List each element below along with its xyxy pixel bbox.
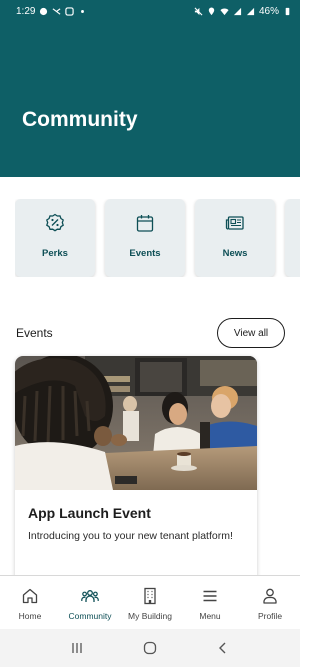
quick-link-news[interactable]: News [195,199,275,277]
profile-icon [263,588,277,604]
nav-home[interactable]: Home [0,576,60,629]
quick-links-row[interactable]: Perks Events News [15,199,300,277]
dot-icon [81,9,85,13]
status-bar: 1:29 46% [0,0,300,22]
signal-icon-2 [246,7,255,15]
nav-profile-label: Profile [257,611,283,621]
battery-percent: 46% [258,5,279,17]
community-icon [81,590,99,602]
event-card[interactable]: App Launch Event Introducing you to your… [15,356,257,586]
quick-link-label: Events [129,248,161,259]
quick-link-label: Perks [42,248,68,259]
app-notification-icon [65,6,75,16]
calendar-icon [136,215,154,232]
status-left: 1:29 [16,6,87,17]
view-all-button[interactable]: View all [217,318,285,348]
nav-menu[interactable]: Menu [180,576,240,629]
nav-profile[interactable]: Profile [240,576,300,629]
location-icon [208,6,215,15]
status-right: 46% [194,6,292,17]
event-photo [15,356,257,490]
signal-icon [233,7,242,15]
event-description: Introducing you to your new tenant platf… [28,530,233,542]
nav-my-building-label: My Building [128,611,172,621]
nav-my-building[interactable]: My Building [120,576,180,629]
percent-badge-icon [46,213,64,232]
menu-icon [203,590,217,602]
home-circle-icon [143,641,157,655]
quick-link-perks[interactable]: Perks [15,199,95,277]
event-title: App Launch Event [28,505,151,521]
events-section-title: Events [16,326,53,340]
system-back-button[interactable] [213,638,233,658]
newspaper-icon [225,216,244,230]
quick-link-label: News [222,248,248,259]
wifi-icon [220,8,229,15]
battery-icon [285,7,290,15]
nav-home-label: Home [18,611,42,621]
quick-link-partial[interactable] [285,199,300,277]
home-icon [22,588,38,604]
quick-link-events[interactable]: Events [105,199,185,277]
system-nav-bar [0,629,300,667]
back-icon [219,642,226,654]
notification-icon [40,7,48,15]
page-title: Community [22,108,138,131]
status-time: 1:29 [16,5,36,17]
mute-icon [194,7,203,15]
building-icon [144,587,156,605]
header: 1:29 46% Community [0,0,300,177]
nav-community-label: Community [68,611,112,621]
bottom-nav: Home Community My Building Menu Profile [0,575,300,629]
nav-menu-label: Menu [199,611,221,621]
recent-apps-button[interactable] [67,638,87,658]
recent-apps-icon [72,643,82,653]
system-home-button[interactable] [140,638,160,658]
nav-community[interactable]: Community [60,576,120,629]
missed-call-icon [53,7,61,15]
